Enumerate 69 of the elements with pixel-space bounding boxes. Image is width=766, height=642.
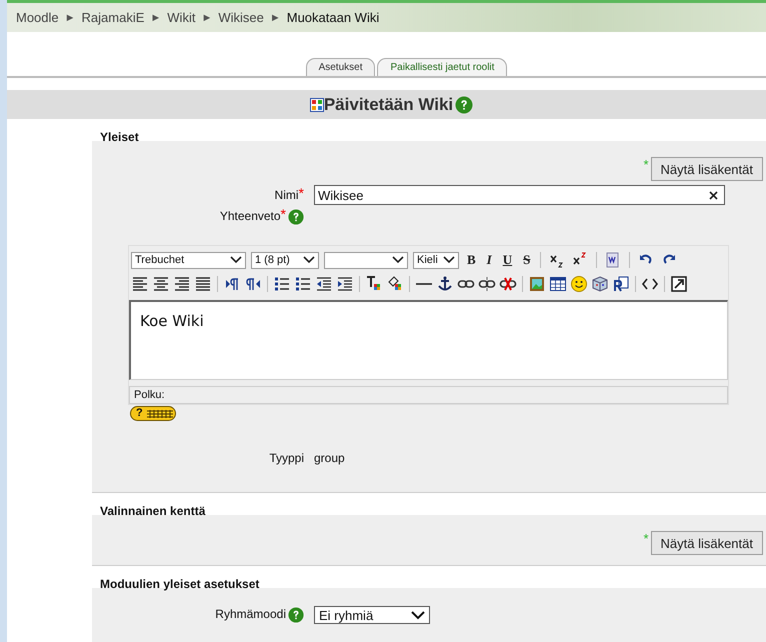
field-label: Nimi — [274, 188, 299, 202]
toolbar-dropdown[interactable]: Trebuchet — [131, 252, 246, 268]
page-heading: Päivitetään Wiki — [324, 94, 454, 114]
breadcrumb-separator: ► — [150, 12, 162, 24]
show-more-button[interactable]: Näytä lisäkentät — [650, 531, 763, 555]
group-mode-dropdown[interactable]: Ei ryhmiä — [314, 606, 430, 624]
numbered-list-icon[interactable] — [273, 275, 291, 293]
remove-link-icon[interactable] — [499, 275, 517, 293]
required-marker: * — [298, 188, 304, 198]
chevron-down-icon — [392, 256, 404, 264]
field-label: Tyyppi — [269, 451, 304, 465]
chevron-down-icon — [303, 256, 315, 264]
format-button[interactable]: S — [520, 252, 534, 268]
text-color-icon[interactable] — [365, 275, 383, 293]
format-button[interactable]: U — [500, 252, 516, 268]
indent-icon[interactable] — [336, 275, 354, 293]
keyboard-help-button[interactable]: ? — [130, 406, 176, 421]
section-legend: Valinnainen kenttä — [92, 493, 766, 518]
required-marker: * — [280, 209, 286, 219]
tab[interactable]: Paikallisesti jaetut roolit — [377, 58, 508, 76]
path-label: Polku: — [134, 389, 165, 401]
toolbar-dropdown[interactable]: Kieli — [413, 252, 459, 268]
advanced-marker: * — [643, 157, 648, 172]
fullscreen-icon[interactable] — [670, 275, 688, 293]
anchor-icon[interactable] — [436, 275, 454, 293]
editor-content: Koe Wiki — [140, 312, 204, 330]
section-legend: Moduulien yleiset asetukset — [92, 566, 766, 591]
breadcrumb-separator: ► — [64, 12, 76, 24]
find-replace-icon[interactable] — [612, 275, 630, 293]
chevron-down-icon — [411, 610, 425, 620]
name-field[interactable]: Wikisee — [314, 185, 725, 205]
editor-text-area[interactable]: Koe Wiki — [129, 300, 728, 380]
format-button[interactable]: I — [484, 252, 495, 268]
section-legend: Yleiset — [92, 119, 766, 144]
chevron-down-icon — [230, 256, 242, 264]
breadcrumb-separator: ► — [201, 12, 212, 24]
toolbar-dropdown[interactable]: 1 (8 pt) — [251, 252, 319, 268]
cube-icon[interactable] — [591, 275, 609, 293]
field-label: Ryhmämoodi — [215, 607, 286, 621]
breadcrumb-link[interactable]: Wikisee — [218, 10, 264, 25]
justify-icon[interactable] — [194, 275, 212, 293]
wiki-module-icon — [310, 98, 324, 112]
clear-icon[interactable] — [709, 190, 718, 200]
align-center-icon[interactable] — [152, 275, 170, 293]
advanced-marker: * — [643, 531, 648, 546]
tab[interactable]: Asetukset — [306, 58, 376, 76]
outdent-icon[interactable] — [315, 275, 333, 293]
help-icon[interactable] — [455, 96, 474, 114]
smiley-icon[interactable] — [570, 275, 588, 293]
image-icon[interactable] — [528, 275, 546, 293]
format-button[interactable]: B — [464, 252, 479, 268]
field-label: Yhteenveto — [220, 209, 281, 223]
bullet-list-icon[interactable] — [294, 275, 312, 293]
breadcrumb-link[interactable]: Moodle — [16, 10, 59, 25]
align-right-icon[interactable] — [173, 275, 191, 293]
table-icon[interactable] — [549, 275, 567, 293]
keyboard-icon — [146, 408, 174, 418]
chevron-down-icon — [443, 256, 455, 264]
show-more-button[interactable]: Näytä lisäkentät — [650, 157, 763, 181]
unlink-icon[interactable] — [478, 275, 496, 293]
breadcrumb-separator: ► — [270, 12, 281, 24]
help-icon[interactable] — [288, 607, 304, 623]
field-value: group — [314, 451, 345, 465]
breadcrumb-link[interactable]: Wikit — [167, 10, 196, 25]
align-left-icon[interactable] — [131, 275, 149, 293]
breadcrumb-link[interactable]: RajamakiE — [82, 10, 144, 25]
toolbar-dropdown[interactable] — [324, 252, 408, 268]
highlight-color-icon[interactable] — [386, 275, 404, 293]
help-icon[interactable] — [288, 209, 304, 225]
